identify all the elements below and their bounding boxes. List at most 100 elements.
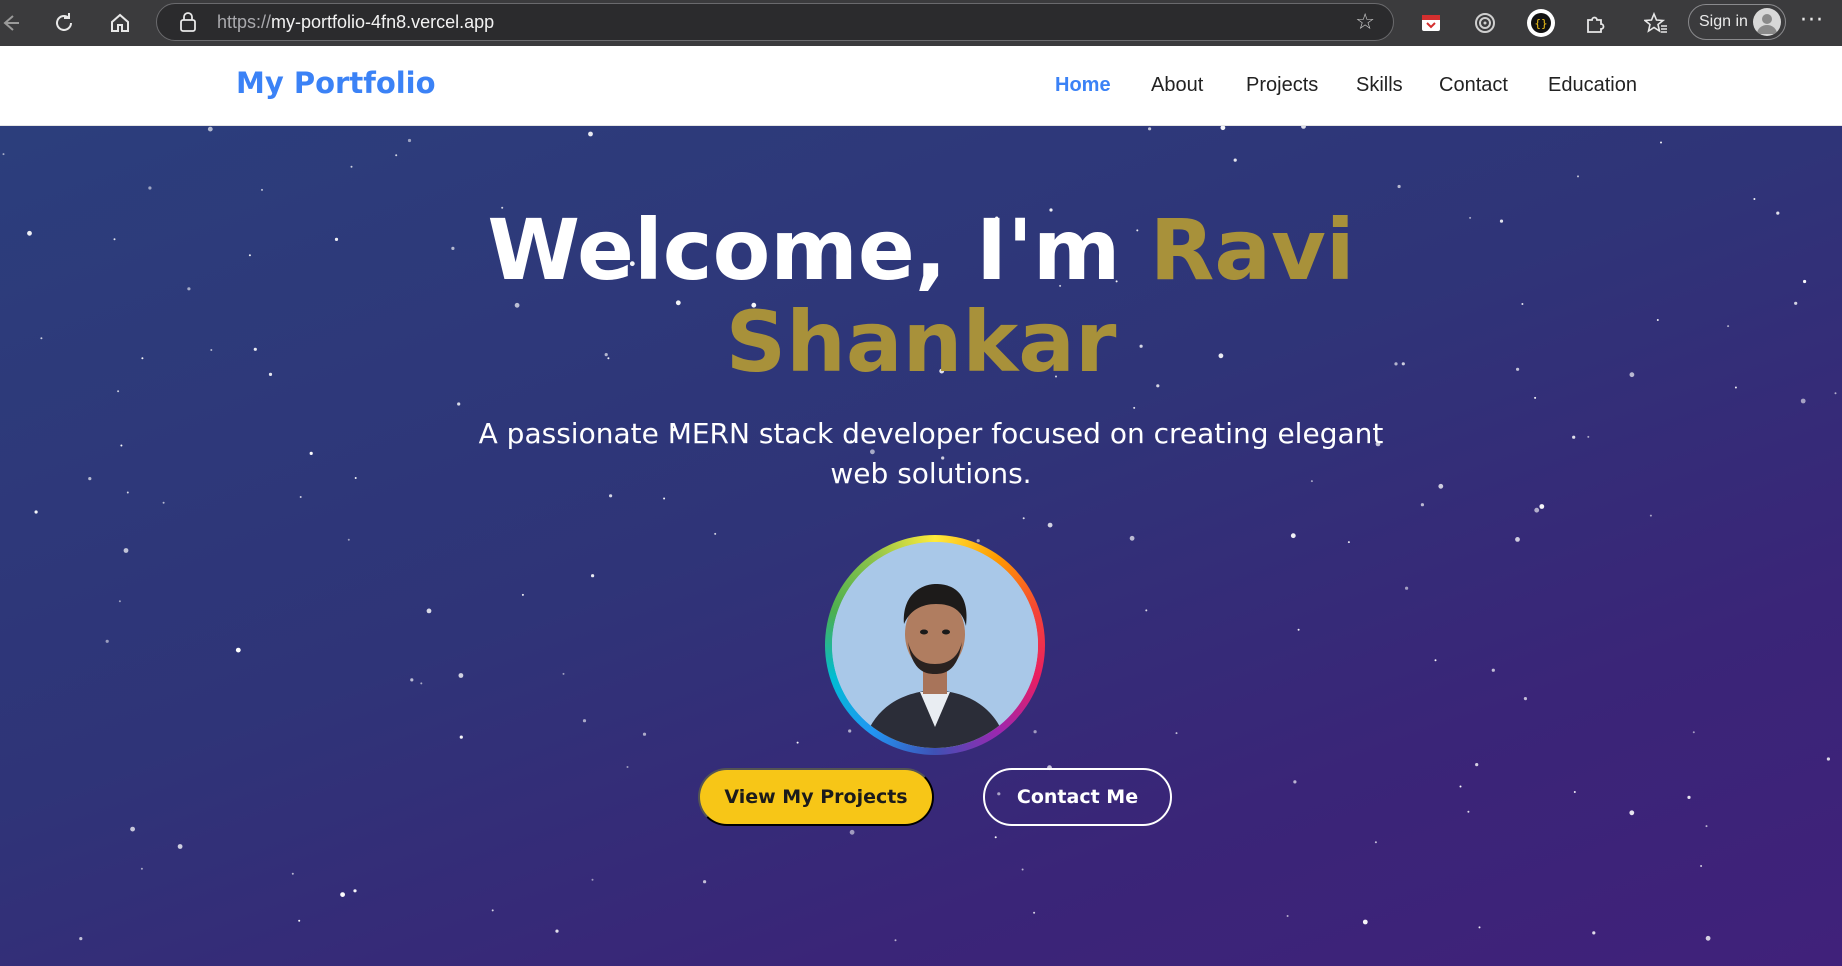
star: [1286, 915, 1289, 917]
hero-name-last: Shankar: [725, 293, 1117, 391]
star: [148, 186, 152, 190]
star: [714, 532, 717, 535]
lock-icon[interactable]: [179, 12, 197, 32]
star: [562, 672, 565, 675]
star: [1290, 533, 1296, 539]
star: [1467, 810, 1470, 813]
star: [1022, 517, 1025, 520]
favorites-icon[interactable]: [1643, 10, 1669, 36]
star: [1692, 731, 1695, 734]
star: [1572, 435, 1576, 439]
sign-in-button[interactable]: Sign in: [1688, 4, 1786, 40]
star: [407, 138, 412, 143]
site-brand[interactable]: My Portfolio: [236, 66, 436, 100]
refresh-icon[interactable]: [50, 9, 78, 37]
star: [235, 647, 241, 653]
star: [420, 682, 423, 685]
profile-photo-frame: [825, 535, 1045, 755]
star: [1362, 919, 1368, 925]
star: [353, 889, 357, 893]
star: [1826, 757, 1830, 761]
star: [1301, 126, 1306, 129]
profile-avatar-icon: [1753, 8, 1781, 36]
star: [591, 574, 595, 578]
star: [354, 477, 357, 479]
web-page: My Portfolio Home About Projects Skills …: [0, 46, 1842, 966]
sign-in-label: Sign in: [1699, 13, 1748, 30]
star: [1491, 668, 1495, 672]
star: [582, 719, 587, 723]
star: [1133, 406, 1136, 409]
star: [299, 496, 302, 498]
star: [1523, 697, 1527, 701]
extension-icon[interactable]: [1472, 10, 1498, 36]
star: [261, 188, 263, 191]
star: [1397, 184, 1401, 189]
star: [79, 937, 83, 941]
star: [1297, 628, 1300, 631]
star: [1534, 396, 1537, 399]
star: [1220, 126, 1226, 131]
star: [1700, 865, 1703, 867]
extensions-puzzle-icon[interactable]: [1582, 10, 1608, 36]
nav-link-skills[interactable]: Skills: [1356, 74, 1403, 97]
address-bar[interactable]: https://my-portfolio-4fn8.vercel.app ☆: [156, 3, 1394, 41]
star: [1347, 541, 1350, 544]
star: [426, 608, 432, 614]
star: [1660, 141, 1662, 144]
star: [1021, 868, 1024, 871]
star: [1047, 522, 1053, 528]
star: [350, 165, 353, 168]
star: [130, 826, 136, 832]
star: [642, 732, 647, 736]
star: [177, 844, 183, 849]
star: [309, 451, 313, 455]
nav-link-home[interactable]: Home: [1055, 74, 1111, 97]
star: [88, 477, 92, 481]
star: [1800, 398, 1806, 404]
more-icon[interactable]: ···: [1800, 8, 1824, 33]
star: [1629, 810, 1635, 816]
star: [849, 829, 855, 835]
star: [1573, 791, 1576, 793]
star: [162, 501, 165, 504]
back-icon[interactable]: [0, 9, 24, 37]
star: [291, 872, 294, 875]
star: [105, 639, 109, 643]
home-icon[interactable]: [106, 9, 134, 37]
hero-greeting: Welcome, I'm: [487, 201, 1121, 299]
star: [298, 919, 301, 922]
star: [395, 154, 398, 157]
star: [140, 867, 143, 870]
star: [1293, 780, 1297, 784]
view-projects-button[interactable]: View My Projects: [698, 768, 934, 826]
star: [491, 909, 494, 912]
star: [1705, 935, 1711, 941]
url-text[interactable]: https://my-portfolio-4fn8.vercel.app: [217, 12, 494, 33]
extension-icon[interactable]: [1418, 10, 1444, 36]
extension-icon[interactable]: {}: [1526, 8, 1556, 38]
contact-me-button[interactable]: Contact Me: [983, 768, 1172, 826]
nav-link-about[interactable]: About: [1151, 74, 1203, 97]
star: [1577, 175, 1579, 178]
star: [120, 444, 123, 447]
favorite-star-icon[interactable]: ☆: [1355, 10, 1375, 35]
hero-name-first: Ravi: [1149, 201, 1355, 299]
star: [1592, 931, 1596, 935]
star: [1475, 763, 1479, 767]
nav-link-education[interactable]: Education: [1548, 74, 1637, 97]
star: [703, 880, 707, 884]
site-navbar: My Portfolio Home About Projects Skills …: [0, 46, 1842, 126]
nav-link-contact[interactable]: Contact: [1439, 74, 1508, 97]
star: [591, 878, 594, 881]
star: [894, 939, 897, 942]
star: [340, 892, 345, 897]
star: [1033, 730, 1037, 734]
star: [117, 390, 120, 393]
nav-link-projects[interactable]: Projects: [1246, 74, 1318, 97]
hero-section: Welcome, I'm Ravi Shankar A passionate M…: [0, 126, 1842, 966]
star: [347, 538, 350, 541]
svg-text:{}: {}: [1534, 17, 1547, 30]
profile-photo: [832, 542, 1038, 748]
star: [1478, 926, 1481, 929]
